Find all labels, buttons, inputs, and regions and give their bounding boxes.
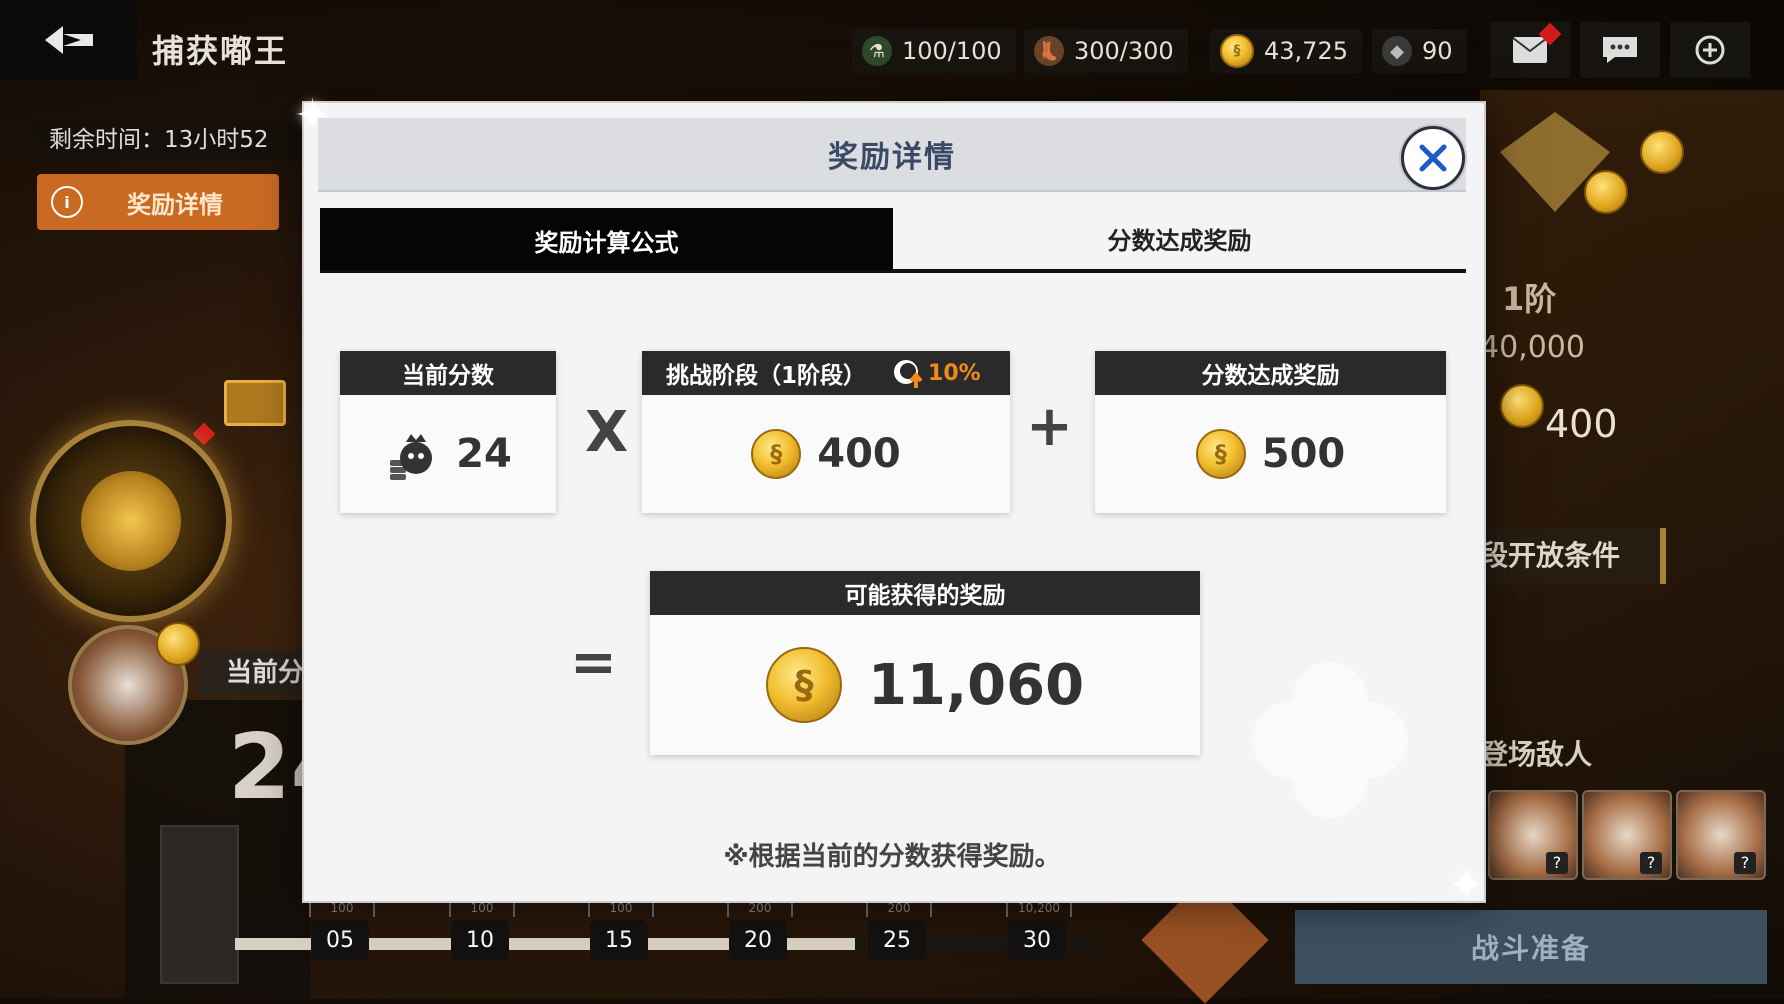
enemies-label: 登场敌人	[1480, 738, 1593, 771]
bonus-percent: 10%	[928, 360, 981, 386]
modal-header: 奖励详情	[318, 118, 1466, 192]
mail-icon	[1512, 37, 1548, 63]
stamina-bottle-icon: ⚗	[862, 36, 892, 66]
current-score-number: 24	[456, 431, 512, 477]
stage-label: 1阶	[1502, 280, 1557, 318]
mail-button[interactable]	[1490, 22, 1570, 78]
up-arrow-bonus-icon	[894, 360, 923, 388]
score-icon-card	[160, 825, 239, 984]
gold-coin-icon: §	[765, 647, 842, 723]
resource-stamina: ⚗ 100/100	[852, 29, 1016, 73]
gold-coin-icon	[1584, 170, 1628, 214]
enemy-portrait[interactable]: ?	[1582, 790, 1672, 880]
milestone-05[interactable]: 05	[311, 920, 369, 960]
gold-coin-icon	[1640, 130, 1684, 174]
gold-coin-icon: §	[751, 429, 802, 479]
tab-divider	[320, 270, 1466, 273]
reward-medallion[interactable]	[30, 420, 232, 622]
clover-watermark-icon	[1252, 662, 1408, 818]
resource-value: 300/300	[1074, 37, 1174, 65]
crystal-drop-icon: ◆	[1382, 36, 1412, 66]
close-icon	[1419, 144, 1447, 172]
resource-value: 43,725	[1264, 37, 1348, 65]
unknown-mark: ?	[1546, 852, 1568, 874]
battle-prepare-button[interactable]: 战斗准备	[1295, 910, 1767, 984]
resource-boot: 👢 300/300	[1024, 29, 1188, 73]
resource-crystal: ◆ 90	[1372, 29, 1467, 73]
possible-reward-number: 11,060	[867, 652, 1085, 718]
card-header: 挑战阶段（1阶段） 10%	[642, 351, 1010, 395]
chat-bubble-icon	[1603, 37, 1637, 63]
enemy-portrait[interactable]: ?	[1488, 790, 1578, 880]
score-reward-card: 分数达成奖励 § 500	[1095, 351, 1446, 513]
coin-pile-icon	[81, 471, 181, 571]
back-button[interactable]	[0, 0, 137, 80]
milestone-20[interactable]: 20	[729, 920, 787, 960]
gold-coin-icon: §	[1195, 429, 1246, 479]
equals-sign: =	[570, 630, 617, 695]
stage-bonus: 10%	[892, 356, 981, 390]
card-header: 分数达成奖励	[1095, 351, 1446, 395]
resource-gold: § 43,725	[1210, 29, 1362, 73]
gold-coin-icon	[1500, 384, 1544, 428]
enemy-portrait[interactable]: ?	[1676, 790, 1766, 880]
stage-reward: 400	[1545, 402, 1618, 446]
possible-reward-card: 可能获得的奖励 § 11,060	[650, 571, 1200, 755]
gold-coin-icon: §	[1220, 34, 1254, 68]
add-friend-button[interactable]	[1670, 22, 1750, 78]
multiply-sign: X	[585, 400, 629, 465]
close-button[interactable]	[1401, 126, 1465, 190]
boot-icon: 👢	[1034, 36, 1064, 66]
notification-badge	[192, 422, 216, 446]
page-title: 捕获嘟王	[152, 32, 289, 70]
reward-details-button[interactable]: i 奖励详情	[37, 174, 279, 230]
stage-score: 40,000	[1480, 330, 1585, 365]
milestone-25[interactable]: 25	[868, 920, 926, 960]
monster-score-icon	[390, 434, 433, 480]
unknown-mark: ?	[1734, 852, 1756, 874]
back-arrow-icon	[44, 26, 93, 54]
refresh-plus-icon	[1695, 35, 1725, 65]
milestone-10[interactable]: 10	[451, 920, 509, 960]
current-score-card: 当前分数 24	[340, 351, 556, 513]
tab-reward-formula[interactable]: 奖励计算公式	[320, 208, 893, 272]
score-reward-number: 500	[1261, 431, 1346, 477]
card-header: 可能获得的奖励	[650, 571, 1200, 615]
open-condition-button[interactable]: 段开放条件	[1480, 528, 1666, 584]
milestone-15[interactable]: 15	[590, 920, 648, 960]
tab-score-reward[interactable]: 分数达成奖励	[893, 208, 1466, 272]
reward-details-label: 奖励详情	[127, 190, 223, 219]
challenge-stage-card: 挑战阶段（1阶段） 10% § 400	[642, 351, 1010, 513]
remaining-time: 剩余时间：13小时52	[35, 120, 309, 160]
gold-coin-icon	[156, 622, 200, 666]
resource-value: 90	[1422, 37, 1453, 65]
stage-label: 挑战阶段（1阶段）	[666, 363, 867, 389]
chat-button[interactable]	[1580, 22, 1660, 78]
card-header: 当前分数	[340, 351, 556, 395]
info-icon: i	[51, 186, 83, 218]
unknown-mark: ?	[1640, 852, 1662, 874]
modal-title: 奖励详情	[828, 140, 956, 175]
resource-value: 100/100	[902, 37, 1002, 65]
stage-reward-number: 400	[817, 431, 901, 477]
reward-note: ※根据当前的分数获得奖励。	[723, 842, 1061, 872]
plus-sign: +	[1026, 394, 1073, 459]
treasure-chest-icon[interactable]	[224, 380, 286, 426]
milestone-30[interactable]: 30	[1008, 920, 1066, 960]
